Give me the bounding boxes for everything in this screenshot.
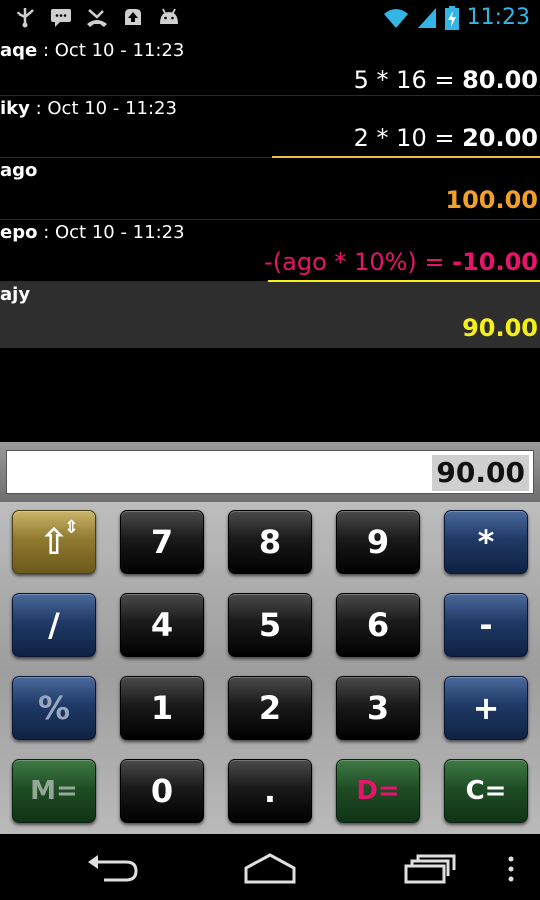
tape-entry[interactable]: ago 100.00 (0, 158, 540, 220)
key-label: - (479, 606, 493, 644)
battery-charging-icon (444, 5, 459, 30)
key-label: 1 (150, 689, 174, 727)
entry-calculation: 2 * 10 = 20.00 (354, 124, 538, 152)
entry-calculation: 100.00 (445, 186, 538, 214)
tape-entry-total[interactable]: ajy 90.00 (0, 282, 540, 348)
usb-debug-icon (16, 8, 34, 28)
entry-label: ajy (0, 284, 30, 305)
display-field[interactable]: 90.00 (6, 450, 534, 494)
entry-name: iky (0, 98, 30, 119)
entry-expression: -(ago * 10%) = (264, 248, 453, 276)
entry-calculation: -(ago * 10%) = -10.00 (264, 248, 538, 276)
entry-result: 20.00 (462, 124, 538, 152)
shift-secondary-icon: ⇕ (63, 517, 79, 538)
status-bar: 11:23 (0, 0, 540, 38)
key-label: D= (356, 776, 400, 806)
tape-history[interactable]: aqe : Oct 10 - 11:23 5 * 16 = 80.00 iky … (0, 38, 540, 442)
entry-result: 80.00 (462, 66, 538, 94)
key-3[interactable]: 3 (336, 676, 420, 740)
key-9[interactable]: 9 (336, 510, 420, 574)
key-label: 4 (150, 606, 174, 644)
key-plus[interactable]: + (444, 676, 528, 740)
key-label: 2 (258, 689, 282, 727)
android-icon (160, 8, 178, 24)
menu-icon[interactable] (506, 856, 516, 882)
key-d-equals[interactable]: D= (336, 759, 420, 823)
wifi-icon (383, 8, 408, 28)
tape-entry[interactable]: epo : Oct 10 - 11:23 -(ago * 10%) = -10.… (0, 220, 540, 282)
key-label: 5 (258, 606, 282, 644)
tape-entry[interactable]: aqe : Oct 10 - 11:23 5 * 16 = 80.00 (0, 38, 540, 96)
key-label: 7 (150, 523, 174, 561)
entry-label: epo : Oct 10 - 11:23 (0, 222, 185, 243)
key-5[interactable]: 5 (228, 593, 312, 657)
missed-call-icon (87, 9, 107, 27)
key-decimal[interactable]: . (228, 759, 312, 823)
key-c-equals[interactable]: C= (444, 759, 528, 823)
keypad: ⇧ ⇕ 7 8 9 * / 4 5 6 - % 1 2 3 + M= 0 . D… (0, 502, 540, 834)
entry-timestamp: : Oct 10 - 11:23 (29, 98, 177, 119)
key-divide[interactable]: / (12, 593, 96, 657)
key-2[interactable]: 2 (228, 676, 312, 740)
key-label: / (48, 606, 60, 644)
entry-expression: 5 * 16 = (353, 66, 463, 94)
entry-name: ago (0, 160, 38, 181)
entry-calculation: 5 * 16 = 80.00 (354, 66, 538, 94)
key-minus[interactable]: - (444, 593, 528, 657)
key-6[interactable]: 6 (336, 593, 420, 657)
tape-entry[interactable]: iky : Oct 10 - 11:23 2 * 10 = 20.00 (0, 96, 540, 158)
key-label: . (263, 772, 277, 810)
key-memory[interactable]: M= (12, 759, 96, 823)
chat-icon (51, 9, 71, 27)
upload-icon (125, 9, 141, 25)
entry-label: iky : Oct 10 - 11:23 (0, 98, 177, 119)
entry-timestamp: : Oct 10 - 11:23 (37, 222, 185, 243)
key-7[interactable]: 7 (120, 510, 204, 574)
system-status: 11:23 (383, 5, 530, 30)
recent-apps-icon[interactable] (400, 852, 460, 884)
notification-icons (14, 6, 180, 28)
entry-expression: 2 * 10 = (353, 124, 463, 152)
entry-calculation: 90.00 (462, 314, 538, 342)
entry-result: 90.00 (462, 314, 538, 342)
entry-result: 100.00 (445, 186, 538, 214)
entry-label: aqe : Oct 10 - 11:23 (0, 40, 184, 61)
key-label: * (477, 523, 495, 561)
display-value: 90.00 (432, 455, 529, 491)
entry-result: -10.00 (452, 248, 538, 276)
entry-name: aqe (0, 40, 38, 61)
key-multiply[interactable]: * (444, 510, 528, 574)
home-icon[interactable] (240, 852, 300, 884)
key-label: 9 (366, 523, 390, 561)
entry-timestamp: : Oct 10 - 11:23 (37, 40, 185, 61)
navigation-bar (0, 834, 540, 900)
shift-key[interactable]: ⇧ ⇕ (12, 510, 96, 574)
back-icon[interactable] (82, 852, 142, 884)
key-label: + (472, 689, 500, 727)
entry-label: ago (0, 160, 37, 181)
key-4[interactable]: 4 (120, 593, 204, 657)
key-8[interactable]: 8 (228, 510, 312, 574)
key-1[interactable]: 1 (120, 676, 204, 740)
key-label: M= (30, 776, 78, 806)
key-label: 8 (258, 523, 282, 561)
entry-name: ajy (0, 284, 31, 305)
key-percent[interactable]: % (12, 676, 96, 740)
key-label: 6 (366, 606, 390, 644)
key-label: 0 (150, 772, 174, 810)
key-0[interactable]: 0 (120, 759, 204, 823)
clock: 11:23 (466, 5, 530, 30)
display-area: 90.00 (0, 442, 540, 502)
key-label: % (37, 689, 71, 727)
key-label: C= (465, 776, 507, 806)
entry-name: epo (0, 222, 38, 243)
key-label: 3 (366, 689, 390, 727)
signal-icon (417, 7, 436, 28)
